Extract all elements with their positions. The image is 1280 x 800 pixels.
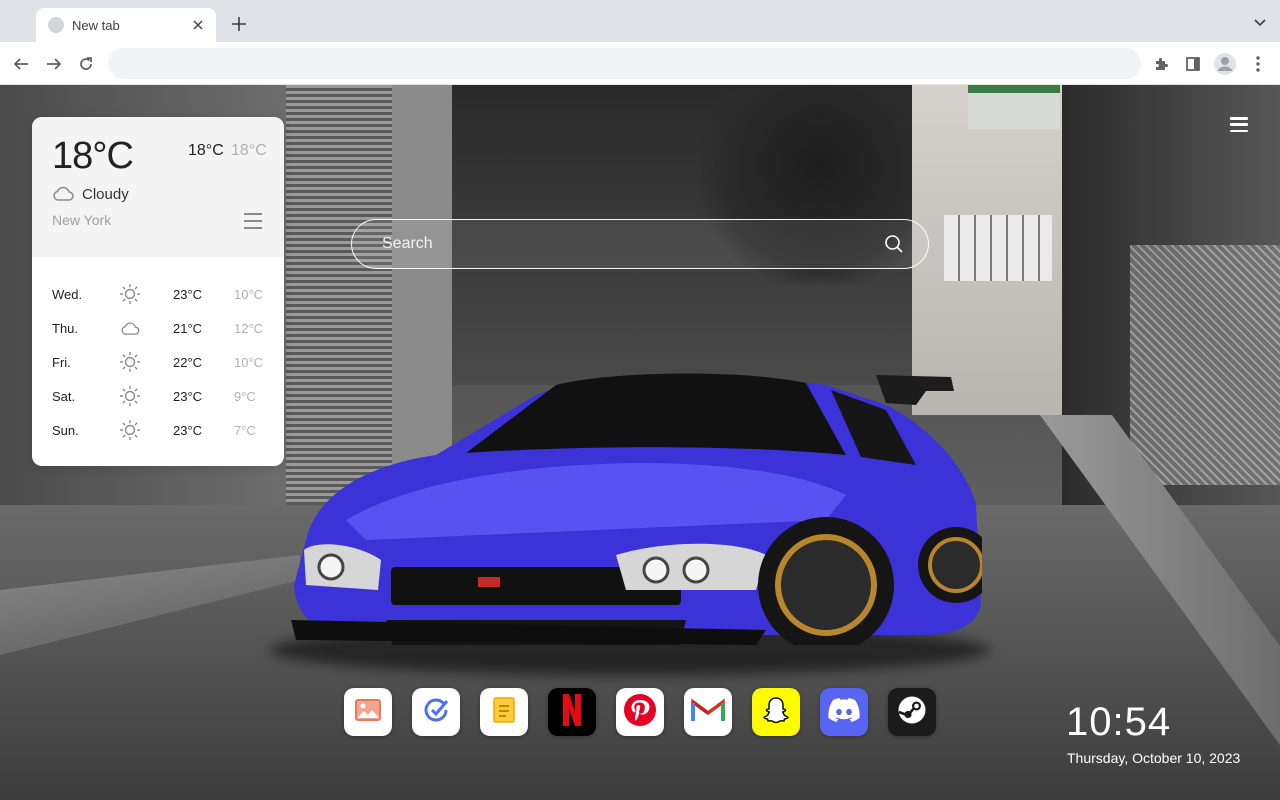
forecast-row: Sun. 23°C 7°C (32, 413, 284, 447)
tab-search-chevron-down-icon[interactable] (1252, 15, 1268, 31)
wallpaper-fence (1130, 245, 1280, 485)
forecast-low: 12°C (234, 321, 264, 336)
forecast-low: 10°C (234, 287, 264, 302)
check-icon (423, 697, 449, 728)
discord-icon (827, 697, 861, 728)
forward-arrow-icon[interactable] (41, 51, 67, 77)
side-panel-icon[interactable] (1180, 51, 1206, 77)
page-menu-hamburger-icon[interactable] (1230, 117, 1248, 132)
weather-widget: 18°C 18°C 18°C Cloudy New York Wed. 23°C 1… (32, 117, 284, 466)
gmail-app-button[interactable] (684, 688, 732, 736)
forecast-row: Wed. 23°C 10°C (32, 277, 284, 311)
netflix-app-button[interactable] (548, 688, 596, 736)
search-box[interactable] (351, 219, 929, 269)
discord-app-button[interactable] (820, 688, 868, 736)
forecast-high: 23°C (173, 389, 203, 404)
close-tab-icon[interactable] (190, 17, 206, 33)
clock-date: Thursday, October 10, 2023 (1067, 750, 1241, 766)
cloud-icon (52, 185, 74, 201)
forecast-high: 21°C (173, 321, 203, 336)
forecast-low: 9°C (234, 389, 256, 404)
current-temperature: 18°C (52, 135, 134, 177)
back-arrow-icon[interactable] (8, 51, 34, 77)
steam-app-button[interactable] (888, 688, 936, 736)
forecast-day: Wed. (52, 287, 83, 302)
snapchat-icon (761, 695, 791, 730)
tab-title: New tab (72, 17, 120, 33)
new-tab-plus-icon[interactable] (228, 13, 250, 35)
sun-icon (119, 385, 141, 407)
browser-menu-kebab-icon[interactable] (1245, 51, 1271, 77)
image-icon (355, 698, 381, 726)
pinterest-icon (623, 693, 657, 732)
search-icon[interactable] (884, 234, 904, 254)
forecast-high: 23°C (173, 287, 203, 302)
notes-app-button[interactable] (480, 688, 528, 736)
reload-icon[interactable] (73, 51, 99, 77)
wallpaper-car-park-sign (968, 85, 1060, 129)
forecast-list: Wed. 23°C 10°C Thu. 21°C 12°C Fri. 22°C 10°C Sat.… (32, 277, 284, 447)
sun-icon (119, 419, 141, 441)
tab-favicon-icon (48, 17, 64, 33)
wallpaper-window (944, 215, 1052, 281)
cloud-icon (119, 317, 141, 339)
forecast-high: 23°C (173, 423, 203, 438)
app-dock (344, 688, 936, 736)
forecast-low: 10°C (234, 355, 264, 370)
forecast-low: 7°C (234, 423, 256, 438)
netflix-icon (561, 693, 583, 731)
forecast-row: Fri. 22°C 10°C (32, 345, 284, 379)
weather-city: New York (52, 212, 112, 228)
sun-icon (119, 283, 141, 305)
pinterest-app-button[interactable] (616, 688, 664, 736)
photos-app-button[interactable] (344, 688, 392, 736)
tasks-app-button[interactable] (412, 688, 460, 736)
extensions-puzzle-icon[interactable] (1148, 51, 1174, 77)
forecast-day: Sat. (52, 389, 76, 404)
forecast-day: Thu. (52, 321, 79, 336)
tab-new-tab[interactable]: New tab (36, 8, 216, 42)
address-bar[interactable] (108, 48, 1141, 79)
gmail-icon (691, 697, 725, 728)
forecast-row: Thu. 21°C 12°C (32, 311, 284, 345)
weather-condition: Cloudy (82, 186, 129, 203)
tab-strip: New tab (0, 0, 1280, 42)
search-input[interactable] (382, 220, 862, 267)
weather-menu-icon[interactable] (244, 213, 262, 229)
weather-current: 18°C 18°C 18°C Cloudy New York (32, 117, 284, 257)
forecast-row: Sat. 23°C 9°C (32, 379, 284, 413)
forecast-high: 22°C (173, 355, 203, 370)
clock-time: 10:54 (1066, 700, 1172, 744)
today-high: 18°C (188, 142, 224, 159)
forecast-day: Sun. (52, 423, 79, 438)
forecast-day: Fri. (52, 355, 71, 370)
browser-toolbar (0, 42, 1280, 85)
steam-icon (897, 695, 927, 730)
profile-avatar-icon[interactable] (1212, 51, 1238, 77)
snapchat-app-button[interactable] (752, 688, 800, 736)
note-icon (493, 696, 515, 728)
today-low: 18°C (231, 142, 267, 159)
wallpaper-blue-sports-car (286, 345, 994, 660)
sun-icon (119, 351, 141, 373)
